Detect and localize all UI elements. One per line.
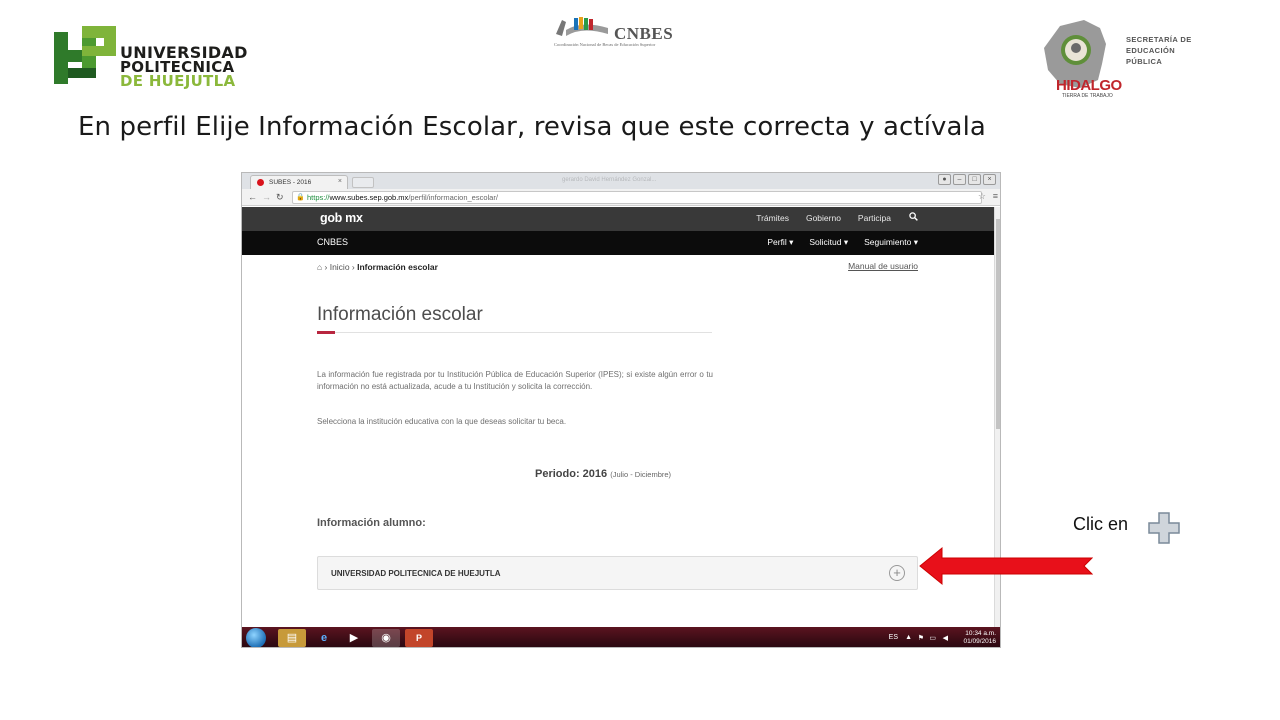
periodo-year: Periodo: 2016 — [535, 468, 608, 480]
menu-seguimiento[interactable]: Seguimiento ▾ — [864, 237, 918, 248]
tray-expand-icon[interactable]: ▲ — [905, 634, 912, 641]
page-title: Información escolar — [317, 304, 483, 325]
upn-logo-mark — [54, 26, 116, 84]
cnbes-wordmark: CNBES — [614, 24, 674, 43]
close-window-icon[interactable]: × — [983, 174, 996, 185]
red-arrow-shape — [919, 546, 1093, 586]
search-icon[interactable] — [909, 212, 918, 221]
gob-mx-logo[interactable]: gob mx — [320, 211, 363, 225]
back-arrow-icon[interactable]: ← — [248, 192, 257, 202]
browser-menu-icon[interactable]: ≡ — [993, 191, 998, 201]
manual-link[interactable]: Manual de usuario — [848, 261, 918, 271]
user-icon[interactable]: ● — [938, 174, 951, 185]
lock-icon: 🔒 — [296, 194, 305, 201]
new-tab-button[interactable] — [352, 177, 374, 188]
breadcrumb: ⌂ › Inicio › Información escolar — [317, 262, 438, 272]
sep-line2: EDUCACIÓN — [1126, 46, 1176, 55]
tray-date: 01/09/2016 — [963, 638, 996, 645]
link-tramites[interactable]: Trámites — [756, 213, 789, 223]
url-scheme: https:// — [307, 193, 330, 202]
tray-time: 10:34 a.m. — [965, 630, 996, 637]
sep-line3: PÚBLICA — [1126, 57, 1163, 66]
link-gobierno[interactable]: Gobierno — [806, 213, 841, 223]
menu-perfil[interactable]: Perfil ▾ — [767, 237, 793, 248]
hidalgo-tagline: TIERRA DE TRABAJO — [1062, 93, 1113, 99]
gob-mx-header: gob mx Trámites Gobierno Participa — [242, 207, 994, 231]
alumno-section-title: Información alumno: — [317, 517, 426, 529]
file-explorer-icon[interactable]: ▤ — [278, 629, 306, 647]
link-participa[interactable]: Participa — [858, 213, 891, 223]
cnbes-logo: CNBES Coordinación Nacional de Becas de … — [552, 14, 674, 50]
sep-hidalgo-logo: HIDALGO TIERRA DE TRABAJO SECRETARÍA DE … — [1040, 18, 1200, 104]
gob-header-links: Trámites Gobierno Participa — [756, 213, 918, 223]
windows-taskbar: ▤ e ▶ ◉ P ES ▲ ⚑ ▭ ◀ 10:34 a.m. 01/09/20… — [242, 627, 1000, 647]
browser-toolbar: ← → ↻ 🔒 https://www.subes.sep.gob.mx/perf… — [242, 189, 1000, 206]
minimize-icon[interactable]: – — [953, 174, 966, 185]
universidad-politecnica-logo: UNIVERSIDAD POLITECNICA DE HUEJUTLA — [52, 24, 252, 94]
tray-clock[interactable]: 10:34 a.m. 01/09/2016 — [963, 630, 996, 646]
url-host: www.subes.sep.gob.mx — [329, 193, 409, 202]
reload-icon[interactable]: ↻ — [276, 192, 284, 203]
title-divider — [317, 332, 712, 333]
page-content: ⌂ › Inicio › Información escolar Manual … — [242, 255, 994, 627]
hidalgo-wordmark: HIDALGO — [1056, 77, 1122, 94]
url-path: /perfil/informacion_escolar/ — [408, 193, 498, 202]
cnbes-book-icon — [556, 17, 608, 36]
breadcrumb-current: Información escolar — [357, 262, 438, 272]
bookmark-star-icon[interactable]: ☆ — [978, 191, 986, 202]
red-arrow-icon — [919, 546, 1093, 586]
forward-arrow-icon[interactable]: → — [262, 192, 271, 202]
volume-icon[interactable]: ◀ — [943, 634, 948, 642]
home-icon[interactable]: ⌂ — [317, 262, 322, 272]
upn-logo-text: UNIVERSIDAD POLITECNICA DE HUEJUTLA — [120, 45, 248, 90]
network-icon[interactable]: ▭ — [929, 634, 936, 642]
title-accent-bar — [317, 331, 335, 334]
sep-line1: SECRETARÍA DE — [1126, 35, 1192, 44]
flag-icon[interactable]: ⚑ — [918, 634, 924, 642]
cnbes-subtitle: Coordinación Nacional de Becas de Educac… — [554, 42, 656, 47]
info-paragraph: La información fue registrada por tu Ins… — [317, 370, 713, 391]
menu-solicitud[interactable]: Solicitud ▾ — [809, 237, 848, 248]
breadcrumb-home[interactable]: Inicio — [330, 262, 350, 272]
callout-text: Clic en — [1073, 514, 1129, 534]
chrome-icon[interactable]: ◉ — [372, 629, 400, 647]
cnbes-navbar: CNBES Perfil ▾ Solicitud ▾ Seguimiento ▾ — [242, 231, 994, 255]
tab-title: SUBES - 2016 — [269, 179, 312, 186]
institution-name: UNIVERSIDAD POLITECNICA DE HUEJUTLA — [331, 569, 501, 578]
maximize-icon[interactable]: □ — [968, 174, 981, 185]
periodo-detail: (Julio - Diciembre) — [610, 470, 672, 479]
scrollbar-thumb[interactable] — [996, 219, 1000, 429]
start-button-icon[interactable] — [246, 628, 266, 647]
cnbes-nav-title[interactable]: CNBES — [317, 237, 348, 247]
select-instruction: Selecciona la institución educativa con … — [317, 417, 567, 426]
window-controls: ● – □ × — [938, 174, 996, 185]
media-player-icon[interactable]: ▶ — [340, 629, 368, 647]
browser-screenshot: SUBES - 2016 × gerardo David Hernández G… — [241, 172, 1001, 648]
plus-icon — [1148, 512, 1180, 544]
browser-tab-strip: SUBES - 2016 × gerardo David Hernández G… — [242, 173, 1000, 189]
subes-favicon-icon — [257, 179, 264, 186]
window-user-title: gerardo David Hernández Gonzal... — [562, 177, 657, 183]
internet-explorer-icon[interactable]: e — [310, 629, 338, 647]
language-indicator[interactable]: ES — [889, 634, 898, 641]
address-bar[interactable]: 🔒 https://www.subes.sep.gob.mx/perfil/inf… — [292, 191, 982, 204]
slide-title: En perfil Elije Información Escolar, rev… — [78, 112, 986, 142]
expand-plus-icon[interactable]: + — [889, 565, 905, 581]
close-tab-icon[interactable]: × — [338, 178, 342, 185]
upn-line3: DE HUEJUTLA — [120, 72, 236, 90]
sep-name: SECRETARÍA DE EDUCACIÓN PÚBLICA — [1126, 34, 1192, 67]
powerpoint-icon[interactable]: P — [405, 629, 433, 647]
browser-tab[interactable]: SUBES - 2016 × — [250, 175, 348, 189]
cnbes-nav-menu: Perfil ▾ Solicitud ▾ Seguimiento ▾ — [767, 237, 918, 248]
periodo-label: Periodo: 2016 (Julio - Diciembre) — [535, 468, 671, 480]
institution-panel[interactable]: UNIVERSIDAD POLITECNICA DE HUEJUTLA + — [317, 556, 918, 590]
